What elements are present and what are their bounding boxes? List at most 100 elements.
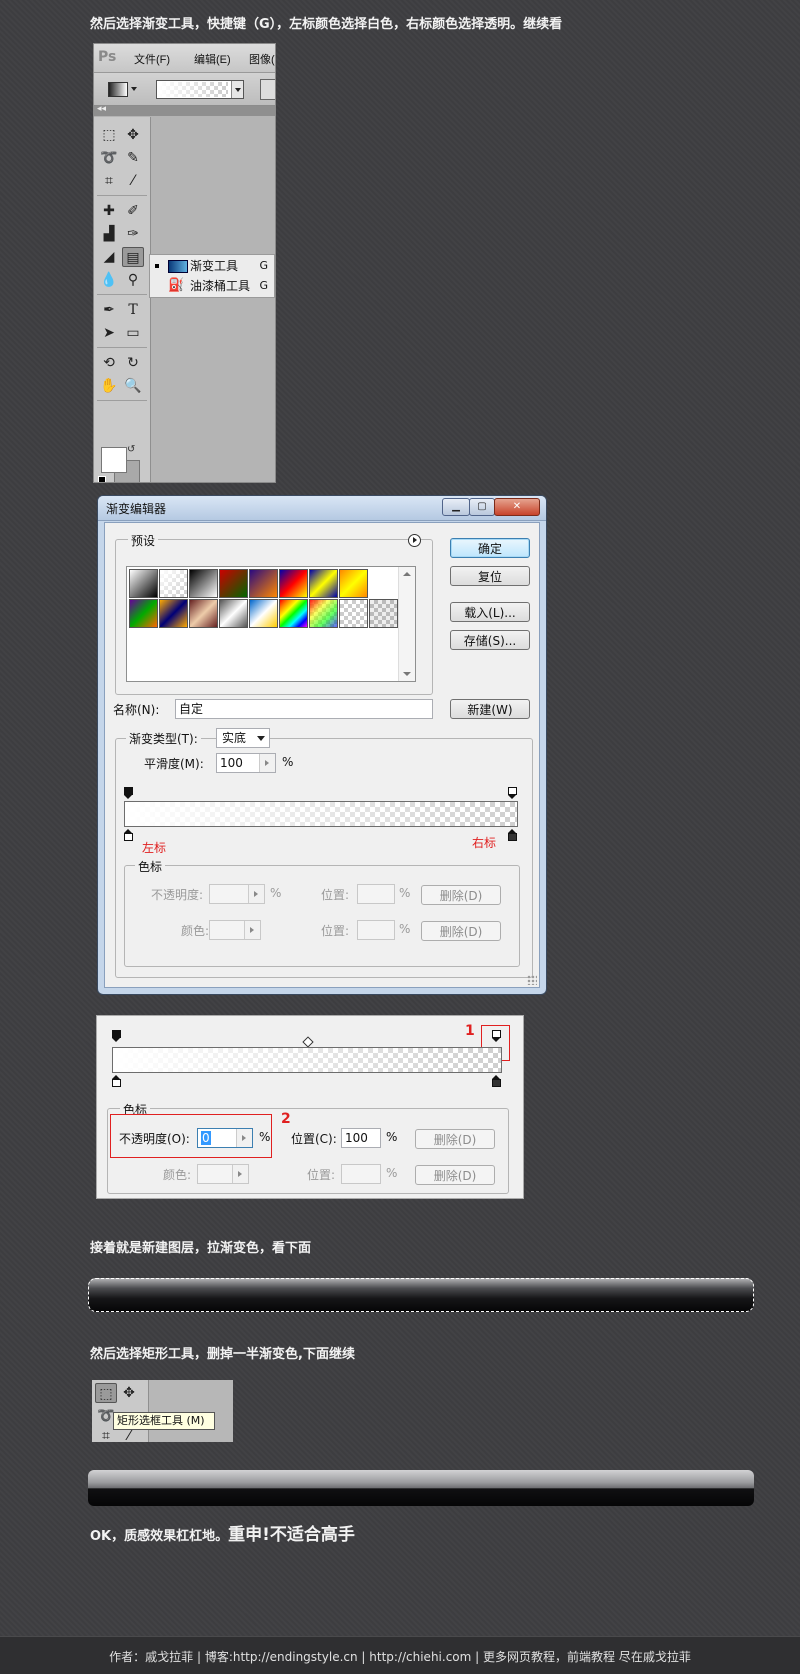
color-picker-arrow[interactable]: [232, 1165, 248, 1183]
preset-swatch[interactable]: [249, 599, 278, 628]
scroll-up-icon[interactable]: [403, 572, 411, 576]
ok-button[interactable]: 确定: [450, 538, 530, 558]
quick-selection-tool-icon[interactable]: ✎: [122, 148, 144, 168]
color-stop-right[interactable]: [492, 1075, 501, 1087]
gradient-type-select[interactable]: 实底: [216, 728, 270, 748]
preset-swatch[interactable]: [309, 569, 338, 598]
preset-swatch[interactable]: [189, 569, 218, 598]
color-stop-right[interactable]: [508, 829, 517, 841]
maximize-button[interactable]: ▢: [469, 498, 495, 516]
preset-swatch[interactable]: [279, 569, 308, 598]
location-field[interactable]: [341, 1164, 381, 1184]
preset-swatch[interactable]: [219, 599, 248, 628]
preset-swatch[interactable]: [189, 599, 218, 628]
flyout-item-gradient[interactable]: 渐变工具 G: [150, 256, 274, 276]
preset-swatch[interactable]: [219, 569, 248, 598]
dialog-titlebar[interactable]: 渐变编辑器 ▁ ▢ ✕: [98, 496, 546, 521]
history-brush-tool-icon[interactable]: ✑: [122, 224, 144, 244]
color-picker-arrow[interactable]: [244, 921, 260, 939]
reset-button[interactable]: 复位: [450, 566, 530, 586]
color-swatch-field[interactable]: [209, 920, 261, 940]
minimize-button[interactable]: ▁: [442, 498, 470, 516]
default-colors-icon[interactable]: [98, 476, 106, 482]
footer-text[interactable]: 作者：戚戈拉菲 | 博客:http://endingstyle.cn | htt…: [0, 1648, 800, 1665]
eraser-tool-icon[interactable]: ◢: [98, 247, 120, 267]
smoothness-stepper[interactable]: [259, 754, 275, 772]
blur-tool-icon[interactable]: 💧: [98, 270, 120, 290]
swap-colors-icon[interactable]: ↺: [127, 444, 135, 455]
location-field[interactable]: [357, 884, 395, 904]
midpoint-diamond-icon[interactable]: [302, 1036, 314, 1048]
lasso-tool-icon[interactable]: ➰: [98, 148, 120, 168]
opacity-stop-left[interactable]: [124, 787, 133, 799]
menu-edit[interactable]: 编辑(E): [194, 51, 231, 67]
preset-swatch[interactable]: [249, 569, 278, 598]
delete-button[interactable]: 删除(D): [415, 1165, 495, 1185]
rectangle-tool-icon[interactable]: ▭: [122, 323, 144, 343]
color-swatch-field[interactable]: [197, 1164, 249, 1184]
delete-button[interactable]: 删除(D): [421, 885, 501, 905]
chevron-down-icon[interactable]: [131, 87, 137, 91]
preset-swatch[interactable]: [159, 599, 188, 628]
gradient-picker-dropdown[interactable]: [231, 81, 243, 98]
eyedropper-tool-icon[interactable]: ⁄: [122, 171, 144, 191]
delete-button[interactable]: 删除(D): [421, 921, 501, 941]
move-tool-icon[interactable]: ✥: [122, 125, 144, 145]
gradient-tool-icon[interactable]: ▤: [122, 247, 144, 267]
brush-tool-icon[interactable]: ✐: [122, 201, 144, 221]
path-selection-tool-icon[interactable]: ➤: [98, 323, 120, 343]
gradient-bar[interactable]: [112, 1047, 502, 1073]
linear-gradient-mode-button[interactable]: [260, 79, 275, 100]
healing-brush-tool-icon[interactable]: ✚: [98, 201, 120, 221]
opacity-stepper[interactable]: [236, 1129, 252, 1147]
preset-swatch[interactable]: [159, 569, 188, 598]
location-field[interactable]: 100: [341, 1128, 381, 1148]
flyout-item-paint-bucket[interactable]: ⛽ 油漆桶工具 G: [150, 276, 274, 296]
preset-swatch[interactable]: [129, 569, 158, 598]
preset-swatch[interactable]: [339, 569, 368, 598]
hand-tool-icon[interactable]: ✋: [98, 376, 120, 396]
gradient-bar[interactable]: [124, 801, 518, 827]
presets-menu-icon[interactable]: [408, 534, 421, 547]
crop-tool-icon[interactable]: ⌗: [98, 171, 120, 191]
preset-swatch[interactable]: [129, 599, 158, 628]
preset-swatch[interactable]: [279, 599, 308, 628]
preset-swatch[interactable]: [339, 599, 368, 628]
preset-swatch[interactable]: [309, 599, 338, 628]
load-button[interactable]: 载入(L)...: [450, 602, 530, 622]
marquee-tool-icon[interactable]: ⬚: [98, 125, 120, 145]
color-stop-left[interactable]: [124, 829, 133, 841]
dodge-tool-icon[interactable]: ⚲: [122, 270, 144, 290]
panel-collapse-bar[interactable]: ◂◂: [94, 104, 275, 116]
opacity-stop-right[interactable]: [508, 787, 517, 799]
gradient-tool-preset-icon[interactable]: [108, 82, 128, 97]
save-button[interactable]: 存储(S)...: [450, 630, 530, 650]
clone-stamp-tool-icon[interactable]: ▟: [98, 224, 120, 244]
preset-swatch[interactable]: [369, 599, 398, 628]
move-tool-icon[interactable]: ✥: [118, 1383, 140, 1403]
collapse-icon[interactable]: ◂◂: [97, 104, 106, 114]
opacity-field[interactable]: 0: [197, 1128, 253, 1148]
location-field[interactable]: [357, 920, 395, 940]
resize-grip-icon[interactable]: [527, 975, 537, 985]
3d-rotate-tool-icon[interactable]: ⟲: [98, 353, 120, 373]
3d-orbit-tool-icon[interactable]: ↻: [122, 353, 144, 373]
menu-file[interactable]: 文件(F): [134, 51, 170, 67]
smoothness-field[interactable]: 100: [216, 753, 276, 773]
pen-tool-icon[interactable]: ✒: [98, 300, 120, 320]
name-field[interactable]: 自定: [175, 699, 433, 719]
scroll-down-icon[interactable]: [403, 672, 411, 676]
opacity-field[interactable]: [209, 884, 265, 904]
marquee-tool-icon[interactable]: ⬚: [95, 1383, 117, 1403]
close-button[interactable]: ✕: [494, 498, 540, 516]
new-button[interactable]: 新建(W): [450, 699, 530, 719]
delete-button[interactable]: 删除(D): [415, 1129, 495, 1149]
zoom-tool-icon[interactable]: 🔍: [122, 376, 144, 396]
type-tool-icon[interactable]: T: [122, 300, 144, 320]
foreground-color-swatch[interactable]: [101, 447, 127, 473]
gradient-picker[interactable]: [156, 80, 244, 99]
opacity-stepper[interactable]: [248, 885, 264, 903]
color-stop-left[interactable]: [112, 1075, 121, 1087]
menu-image[interactable]: 图像(: [249, 51, 275, 67]
presets-scrollbar[interactable]: [398, 567, 415, 681]
